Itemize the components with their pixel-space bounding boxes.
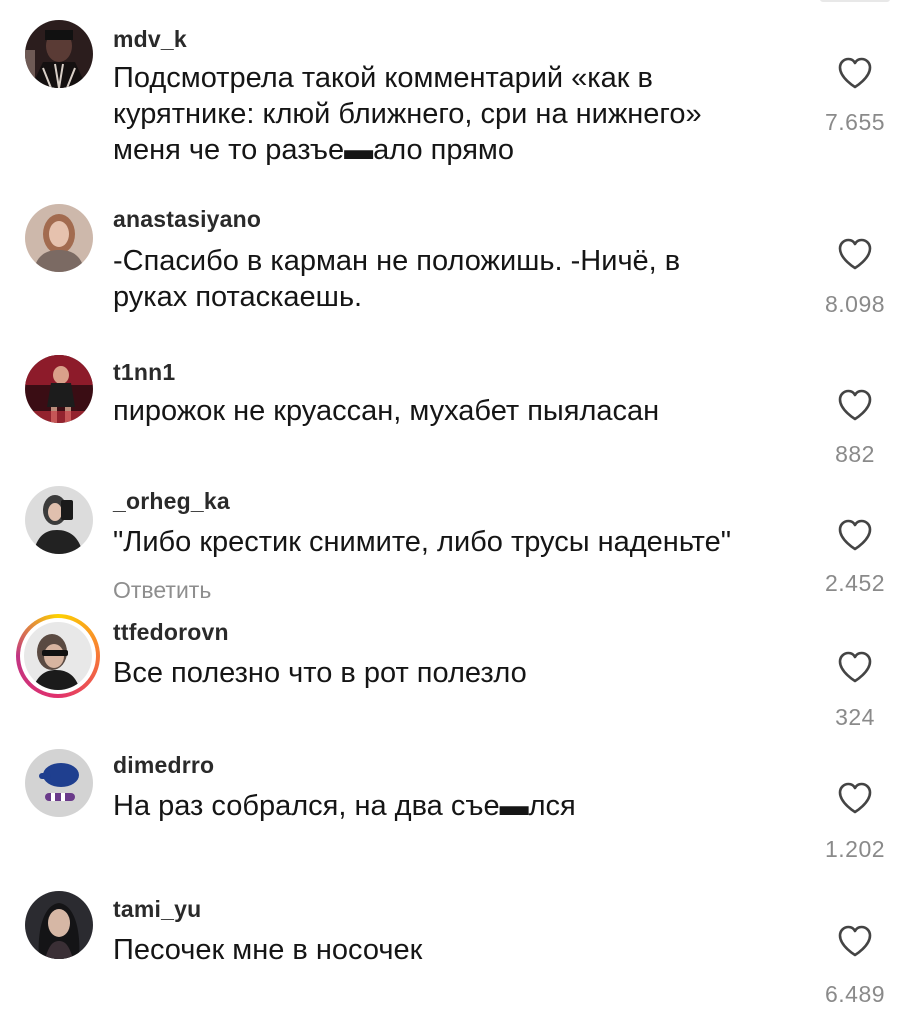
- avatar-girl-blonde-icon: [25, 204, 93, 272]
- heart-outline-icon[interactable]: [837, 924, 873, 958]
- avatar[interactable]: [25, 355, 93, 423]
- avatar-girl-sunglasses-icon: [24, 622, 92, 690]
- like-count: 882: [835, 441, 875, 467]
- like-block: 2.452: [800, 518, 910, 597]
- like-block: 882: [800, 388, 910, 468]
- reply-button[interactable]: Ответить: [113, 576, 211, 604]
- like-count: 6.489: [824, 981, 886, 1007]
- like-count: 8.098: [824, 291, 886, 317]
- avatar[interactable]: [25, 486, 93, 554]
- comment-text: -Спасибо в карман не положишь. -Ничё, в …: [113, 245, 681, 313]
- comment-username[interactable]: ttfedorovn: [113, 618, 229, 646]
- like-block: 8.098: [800, 237, 910, 318]
- like-count: 2.452: [824, 570, 886, 596]
- avatar-ring-inner: [20, 618, 96, 694]
- avatar[interactable]: [25, 204, 93, 272]
- comment-username[interactable]: tami_yu: [113, 895, 201, 923]
- comment-text: На раз собрался, на два съе▬лся: [113, 790, 576, 822]
- comment-text: Подсмотрела такой комментарий «как в кур…: [113, 62, 702, 166]
- comment-text: Песочек мне в носочек: [113, 934, 423, 966]
- heart-outline-icon[interactable]: [837, 237, 873, 271]
- avatar-drawn-girl-dark-icon: [25, 891, 93, 959]
- avatar-girl-red-room-icon: [25, 355, 93, 423]
- heart-outline-icon[interactable]: [837, 781, 873, 815]
- comment-username[interactable]: anastasiyano: [113, 205, 261, 233]
- comment-username[interactable]: _orheg_ka: [113, 487, 230, 515]
- heart-outline-icon[interactable]: [837, 56, 873, 90]
- like-block: 6.489: [800, 924, 910, 1008]
- like-block: 1.202: [800, 781, 910, 863]
- avatar-girl-phone-selfie-icon: [25, 486, 93, 554]
- avatar-story-ring[interactable]: [16, 614, 100, 698]
- comment-username[interactable]: dimedrro: [113, 751, 214, 779]
- avatar[interactable]: [25, 891, 93, 959]
- comment-text: Все полезно что в рот полезло: [113, 657, 527, 689]
- like-block: 324: [800, 650, 910, 731]
- like-count: 7.655: [824, 109, 886, 135]
- scroll-edge-stub: [820, 0, 890, 2]
- heart-outline-icon[interactable]: [837, 650, 873, 684]
- heart-outline-icon[interactable]: [837, 388, 873, 422]
- avatar: [24, 622, 92, 690]
- comment-text: пирожок не круассан, мухабет пыяласан: [113, 395, 660, 427]
- like-block: 7.655: [800, 56, 910, 136]
- comment-username[interactable]: mdv_k: [113, 25, 187, 53]
- avatar-dark-costume-icon: [25, 20, 93, 88]
- avatar[interactable]: [25, 20, 93, 88]
- avatar-blue-cap-toy-icon: [25, 749, 93, 817]
- like-count: 324: [835, 704, 875, 730]
- avatar[interactable]: [25, 749, 93, 817]
- comment-username[interactable]: t1nn1: [113, 358, 175, 386]
- like-count: 1.202: [824, 836, 886, 862]
- comment-text: "Либо крестик снимите, либо трусы надень…: [113, 526, 732, 558]
- heart-outline-icon[interactable]: [837, 518, 873, 552]
